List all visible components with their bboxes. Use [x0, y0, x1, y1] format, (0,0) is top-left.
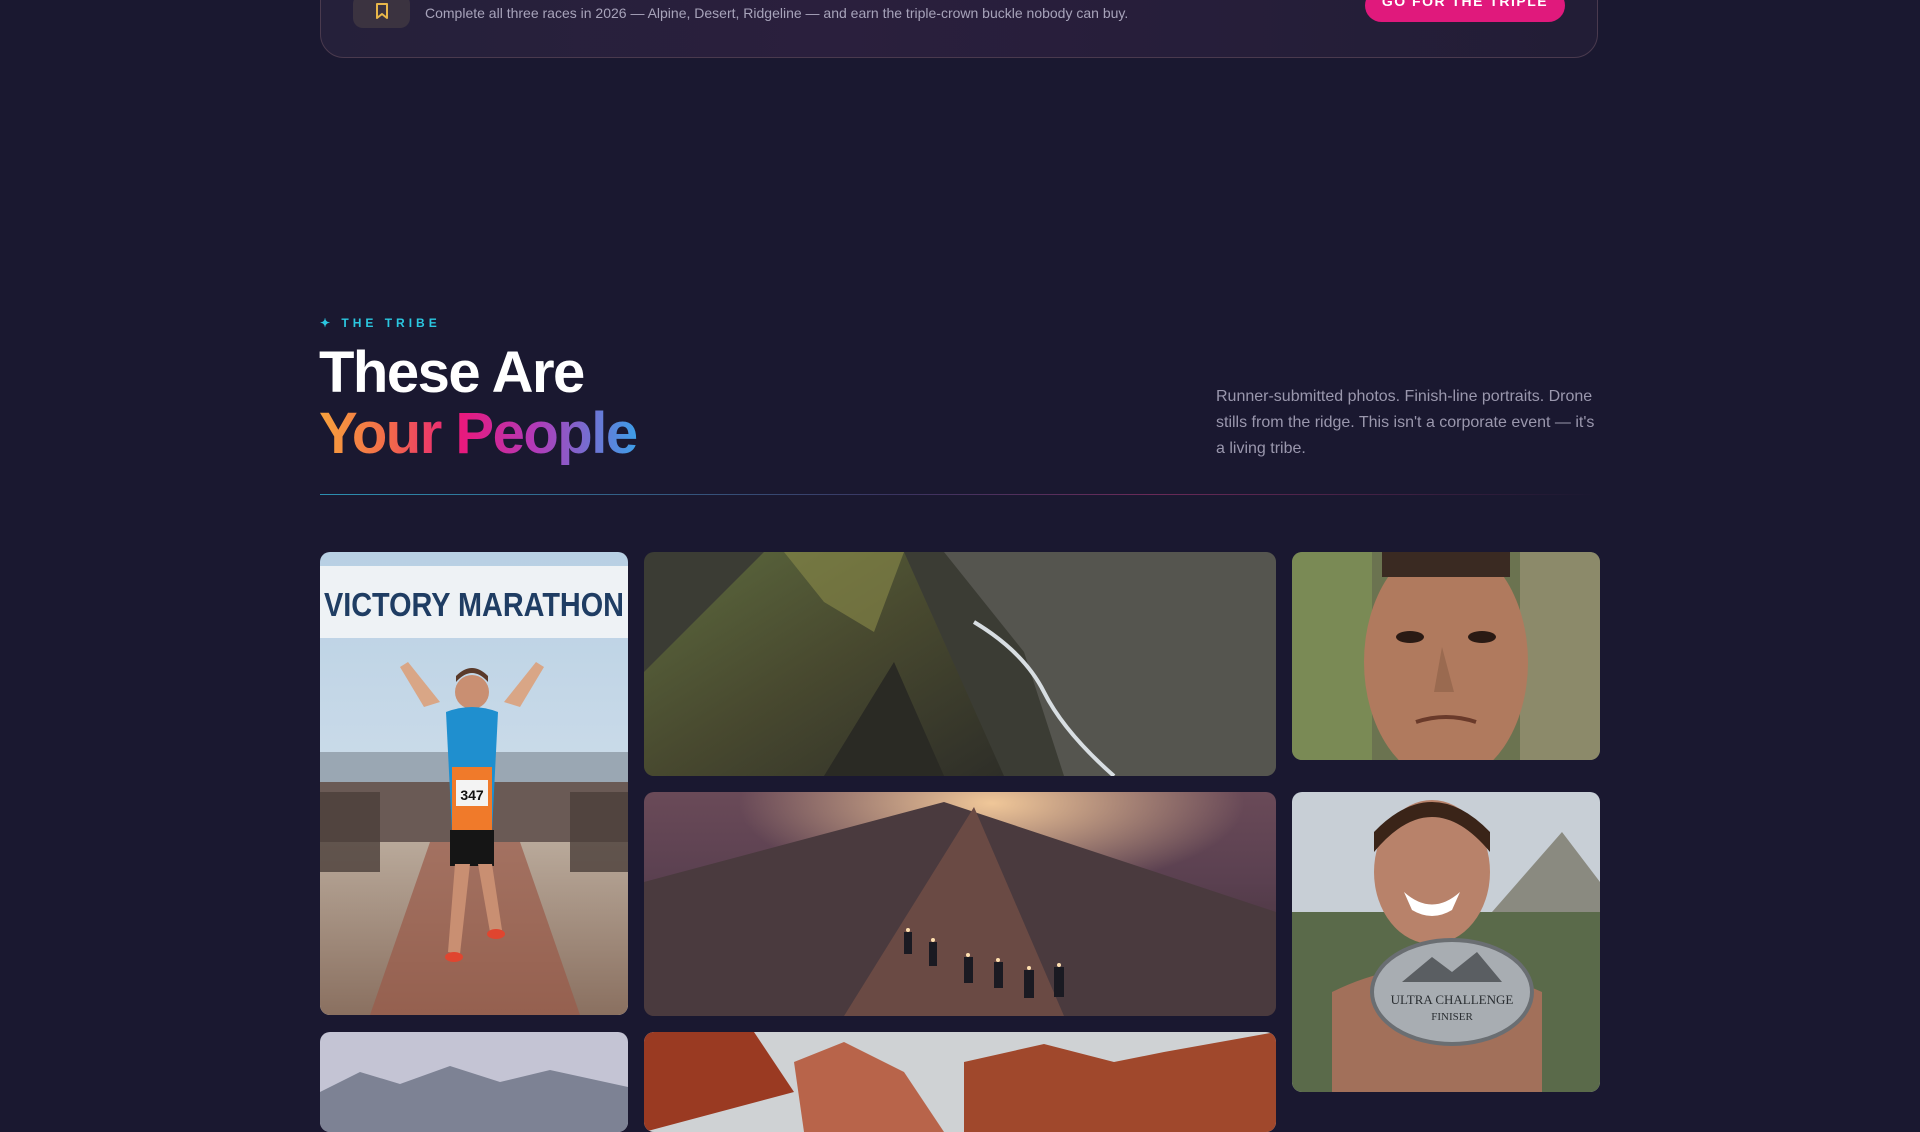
triple-crown-banner: Complete all three races in 2026 — Alpin…: [320, 0, 1598, 58]
section-title-line1: These Are: [319, 340, 585, 405]
mountain-ridge-aerial-photo[interactable]: [644, 552, 1276, 776]
section-divider: [320, 494, 1598, 495]
banner-text: Complete all three races in 2026 — Alpin…: [425, 5, 1129, 21]
night-trail-runners-photo[interactable]: [644, 792, 1276, 1016]
mountain-range-photo[interactable]: [320, 1032, 628, 1132]
section-description: Runner-submitted photos. Finish-line por…: [1216, 388, 1595, 457]
red-canyon-photo[interactable]: [644, 1032, 1276, 1132]
bib-number: 347: [460, 787, 484, 803]
go-for-the-triple-button[interactable]: GO FOR THE TRIPLE: [1365, 0, 1565, 22]
finish-banner-text: VICTORY MARATHON: [324, 586, 624, 623]
marathon-finish-photo[interactable]: VICTORY MARATHON 347: [320, 552, 628, 1015]
section-title-line2: Your People: [319, 401, 638, 466]
sweaty-runner-portrait-photo[interactable]: [1292, 552, 1600, 760]
buckle-finisher-portrait-photo[interactable]: ULTRA CHALLENGE FINISER: [1292, 792, 1600, 1092]
section-eyebrow: ✦ THE TRIBE: [320, 316, 441, 330]
ribbon-badge-icon: [353, 0, 410, 28]
buckle-text-2: FINISER: [1431, 1011, 1473, 1023]
buckle-text-1: ULTRA CHALLENGE: [1391, 992, 1514, 1007]
